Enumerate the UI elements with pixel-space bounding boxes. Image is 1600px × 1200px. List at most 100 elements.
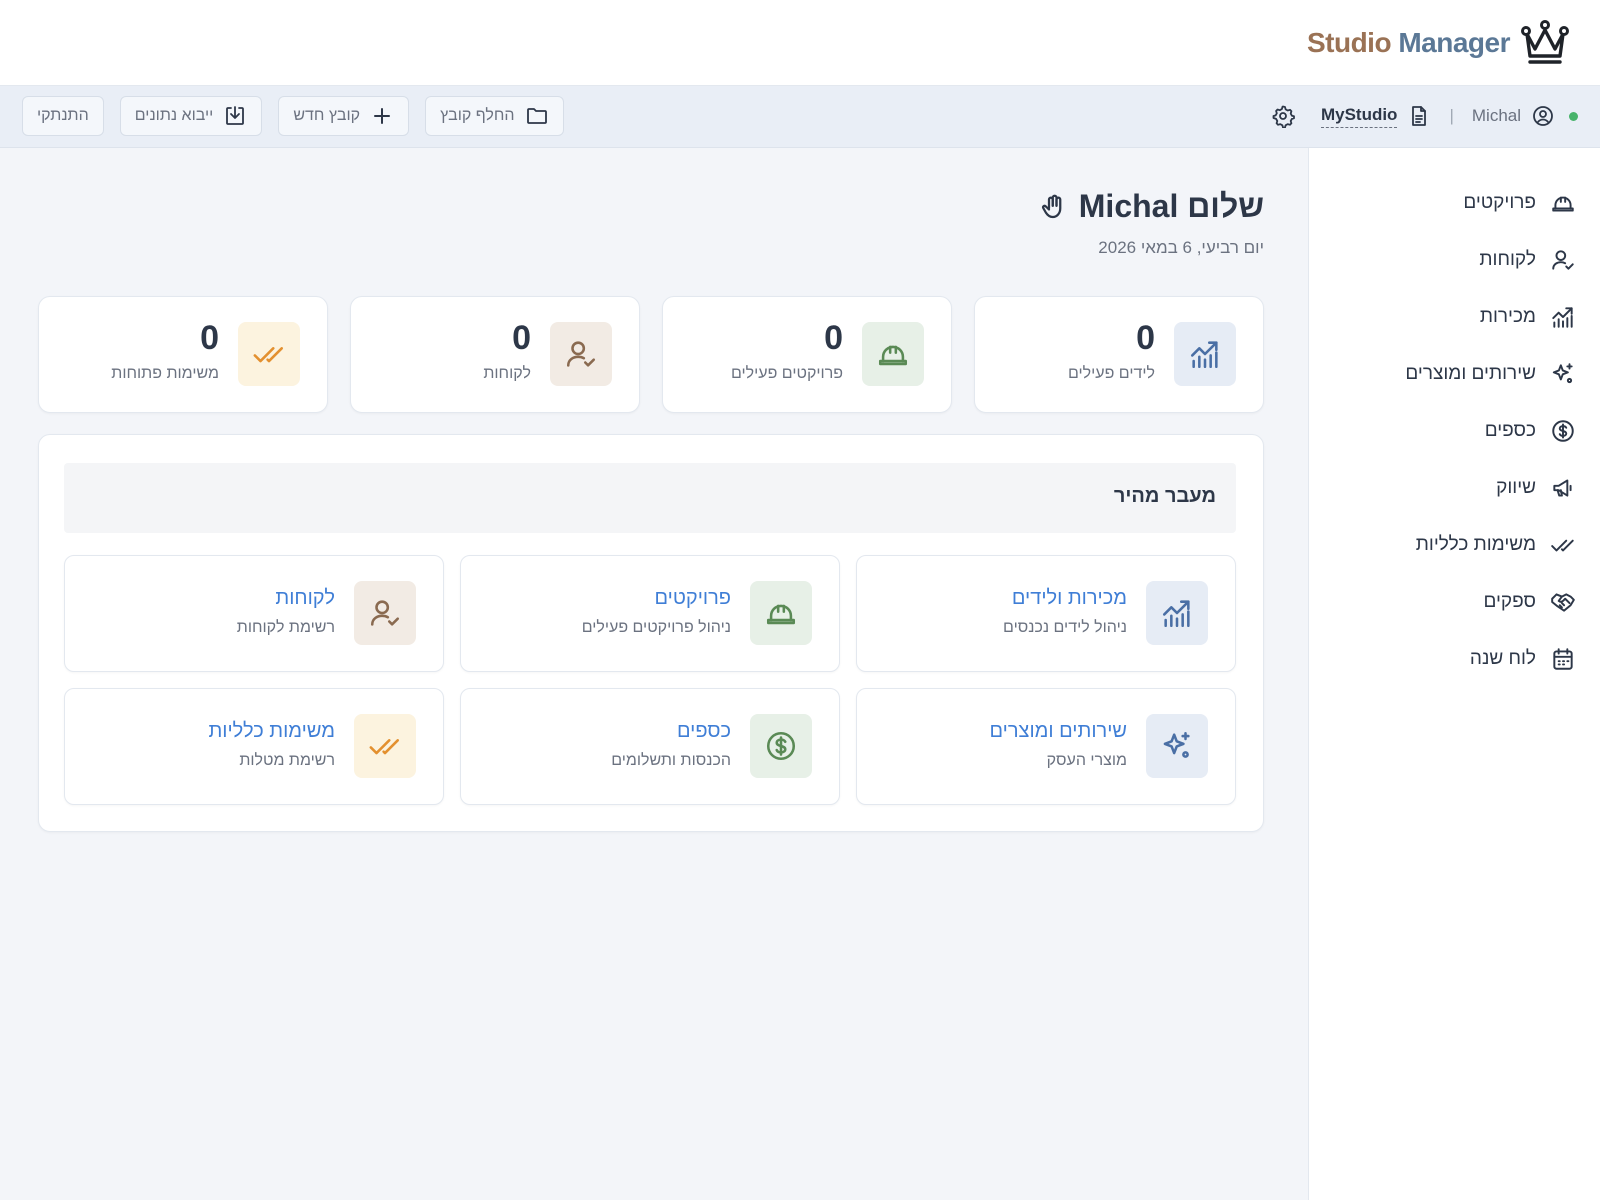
- switch-file-button[interactable]: החלף קובץ: [425, 96, 564, 136]
- quick-card-clients[interactable]: לקוחות רשימת לקוחות: [64, 555, 444, 672]
- quick-card-subtitle: מוצרי העסק: [1046, 752, 1127, 769]
- sidebar-item-label: ספקים: [1483, 590, 1536, 612]
- user-check-icon: [1550, 247, 1576, 273]
- gear-icon[interactable]: [1271, 104, 1295, 128]
- stat-value: 0: [1136, 319, 1155, 357]
- studio-file-link[interactable]: MyStudio: [1320, 105, 1398, 128]
- quick-card-subtitle: רשימת לקוחות: [236, 619, 335, 636]
- dollar-icon: [750, 714, 812, 778]
- double-check-icon: [1550, 532, 1576, 558]
- sidebar: פרויקטים לקוחות מכירות שירותים ומוצרים כ…: [1308, 148, 1600, 1200]
- sidebar-item-label: מכירות: [1479, 305, 1536, 327]
- chart-icon: [1174, 322, 1236, 386]
- double-check-icon: [238, 322, 300, 386]
- helmet-icon: [862, 322, 924, 386]
- quick-card-title: שירותים ומוצרים: [989, 720, 1127, 742]
- import-data-button[interactable]: ייבוא נתונים: [119, 96, 263, 136]
- waving-hand-icon: [1039, 192, 1069, 222]
- sidebar-item-tasks[interactable]: משימות כלליות: [1309, 516, 1600, 573]
- quick-card-subtitle: ניהול לידים נכנסים: [1003, 619, 1127, 636]
- sidebar-item-label: לוח שנה: [1469, 647, 1536, 669]
- chart-icon: [1550, 304, 1576, 330]
- current-date: יום רביעי, 6 במאי 2026: [1098, 238, 1264, 257]
- quick-card-title: פרויקטים: [654, 587, 731, 609]
- brand-name: Studio Manager: [1306, 27, 1511, 58]
- sidebar-item-finance[interactable]: כספים: [1309, 402, 1600, 459]
- sidebar-item-label: שירותים ומוצרים: [1405, 362, 1536, 384]
- stat-label: לקוחות: [483, 365, 531, 382]
- user-name: Michal: [1471, 106, 1521, 125]
- user-check-icon: [550, 322, 612, 386]
- quick-card-services[interactable]: שירותים ומוצרים מוצרי העסק: [856, 688, 1236, 805]
- stats-row: 0 לידים פעילים 0 פרויקטים פעילים 0 לקוחו…: [38, 296, 1264, 413]
- quick-card-title: כספים: [677, 720, 731, 742]
- logout-button[interactable]: התנתקי: [22, 96, 104, 136]
- separator: |: [1449, 106, 1454, 125]
- quick-card-projects[interactable]: פרויקטים ניהול פרויקטים פעילים: [460, 555, 840, 672]
- folder-icon: [525, 104, 549, 128]
- double-check-icon: [354, 714, 416, 778]
- stat-value: 0: [824, 319, 843, 357]
- switch-file-label: החלף קובץ: [440, 107, 515, 124]
- new-file-button[interactable]: קובץ חדש: [278, 96, 410, 136]
- crown-logo-icon: [1521, 20, 1569, 64]
- import-data-label: ייבוא נתונים: [134, 107, 214, 124]
- sidebar-item-label: לקוחות: [1479, 248, 1536, 270]
- plus-icon: [370, 104, 394, 128]
- stat-value: 0: [200, 319, 219, 357]
- sidebar-item-sales[interactable]: מכירות: [1309, 288, 1600, 345]
- stat-value: 0: [512, 319, 531, 357]
- stat-card-open-tasks: 0 משימות פתוחות: [38, 296, 328, 413]
- quick-card-title: לקוחות: [275, 587, 335, 609]
- toolbar-user-area: Michal | MyStudio: [1271, 96, 1578, 136]
- user-check-icon: [354, 581, 416, 645]
- quick-card-title: מכירות ולידים: [1011, 587, 1127, 609]
- logout-label: התנתקי: [37, 107, 89, 124]
- sparkle-icon: [1550, 361, 1576, 387]
- megaphone-icon: [1550, 475, 1576, 501]
- stat-card-active-leads: 0 לידים פעילים: [974, 296, 1264, 413]
- page-title: שלום Michal: [1078, 188, 1264, 224]
- new-file-label: קובץ חדש: [293, 107, 361, 124]
- sidebar-item-label: שיווק: [1496, 476, 1536, 498]
- quick-access-grid: מכירות ולידים ניהול לידים נכנסים פרויקטי…: [64, 555, 1236, 805]
- quick-card-title: משימות כלליות: [208, 720, 335, 742]
- quick-access-header: מעבר מהיר: [64, 463, 1236, 533]
- stat-label: פרויקטים פעילים: [730, 365, 843, 382]
- helmet-icon: [750, 581, 812, 645]
- sidebar-item-label: כספים: [1484, 419, 1536, 441]
- online-status-dot: [1569, 111, 1578, 121]
- import-icon: [223, 104, 247, 128]
- quick-card-tasks[interactable]: משימות כלליות רשימת מטלות: [64, 688, 444, 805]
- quick-card-subtitle: הכנסות ותשלומים: [611, 752, 731, 769]
- sidebar-item-suppliers[interactable]: ספקים: [1309, 573, 1600, 630]
- dollar-icon: [1550, 418, 1576, 444]
- stat-card-clients: 0 לקוחות: [350, 296, 640, 413]
- sidebar-item-services[interactable]: שירותים ומוצרים: [1309, 345, 1600, 402]
- quick-card-sales-leads[interactable]: מכירות ולידים ניהול לידים נכנסים: [856, 555, 1236, 672]
- brand[interactable]: Studio Manager: [1307, 16, 1572, 70]
- main-content: שלום Michal יום רביעי, 6 במאי 2026 0 ליד…: [0, 148, 1308, 1200]
- top-header: Studio Manager: [0, 0, 1600, 86]
- sidebar-list: פרויקטים לקוחות מכירות שירותים ומוצרים כ…: [1309, 148, 1600, 687]
- stat-card-active-projects: 0 פרויקטים פעילים: [662, 296, 952, 413]
- quick-card-subtitle: רשימת מטלות: [239, 752, 335, 769]
- quick-card-finance[interactable]: כספים הכנסות ותשלומים: [460, 688, 840, 805]
- sidebar-item-projects[interactable]: פרויקטים: [1309, 174, 1600, 231]
- greeting: שלום Michal: [1039, 188, 1264, 225]
- sidebar-item-clients[interactable]: לקוחות: [1309, 231, 1600, 288]
- sidebar-item-calendar[interactable]: לוח שנה: [1309, 630, 1600, 687]
- sidebar-item-label: משימות כלליות: [1415, 533, 1536, 555]
- handshake-icon: [1550, 589, 1576, 615]
- calendar-icon: [1550, 646, 1576, 672]
- quick-card-subtitle: ניהול פרויקטים פעילים: [581, 619, 731, 636]
- sidebar-item-label: פרויקטים: [1463, 191, 1536, 213]
- document-icon: [1407, 104, 1431, 128]
- sidebar-item-marketing[interactable]: שיווק: [1309, 459, 1600, 516]
- sparkle-icon: [1146, 714, 1208, 778]
- toolbar-actions: התנתקי ייבוא נתונים קובץ חדש החלף קובץ: [22, 96, 564, 136]
- quick-access-panel: מעבר מהיר מכירות ולידים ניהול לידים נכנס…: [38, 434, 1264, 832]
- quick-access-title: מעבר מהיר: [1113, 485, 1216, 507]
- user-circle-icon: [1531, 104, 1555, 128]
- stat-label: לידים פעילים: [1067, 365, 1155, 382]
